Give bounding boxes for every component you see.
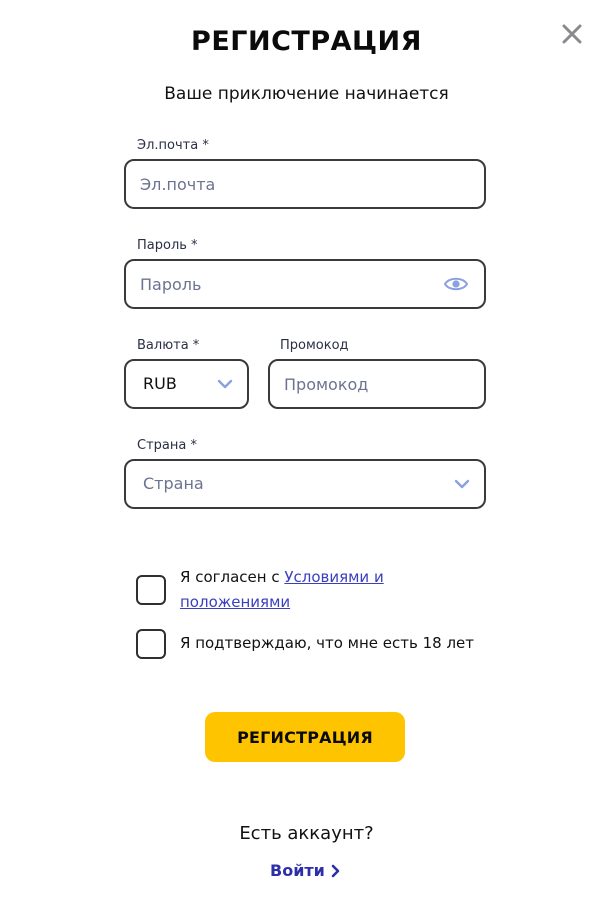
currency-select[interactable]: RUB bbox=[124, 359, 249, 409]
terms-prefix: Я согласен с bbox=[180, 568, 285, 586]
chevron-down-icon bbox=[454, 479, 470, 489]
registration-dialog: РЕГИСТРАЦИЯ Ваше приключение начинается … bbox=[0, 0, 613, 898]
terms-text: Я согласен с Условиями и положениями bbox=[180, 565, 480, 615]
eye-icon[interactable] bbox=[444, 274, 468, 294]
email-label: Эл.почта * bbox=[137, 138, 209, 153]
country-placeholder: Страна bbox=[143, 474, 204, 493]
password-field-wrapper bbox=[124, 259, 486, 309]
dialog-title: РЕГИСТРАЦИЯ bbox=[191, 26, 422, 57]
age-text: Я подтверждаю, что мне есть 18 лет bbox=[180, 634, 475, 652]
email-field-wrapper bbox=[124, 159, 486, 209]
promo-label: Промокод bbox=[280, 338, 349, 353]
currency-value: RUB bbox=[143, 374, 177, 393]
login-label: Войти bbox=[270, 861, 325, 880]
age-checkbox[interactable] bbox=[136, 629, 166, 659]
email-field[interactable] bbox=[126, 161, 484, 207]
login-link[interactable]: Войти bbox=[270, 861, 341, 880]
password-field[interactable] bbox=[126, 261, 484, 307]
chevron-right-icon bbox=[331, 864, 340, 877]
password-label: Пароль * bbox=[137, 238, 198, 253]
terms-checkbox[interactable] bbox=[136, 575, 166, 605]
promo-field-wrapper bbox=[268, 359, 486, 409]
country-select[interactable]: Страна bbox=[124, 459, 486, 509]
country-label: Страна * bbox=[137, 438, 197, 453]
currency-label: Валюта * bbox=[137, 338, 200, 353]
dialog-subtitle: Ваше приключение начинается bbox=[164, 84, 449, 104]
register-button[interactable]: РЕГИСТРАЦИЯ bbox=[205, 712, 405, 762]
have-account-text: Есть аккаунт? bbox=[239, 823, 374, 844]
chevron-down-icon bbox=[217, 379, 233, 389]
promo-field[interactable] bbox=[270, 361, 484, 407]
